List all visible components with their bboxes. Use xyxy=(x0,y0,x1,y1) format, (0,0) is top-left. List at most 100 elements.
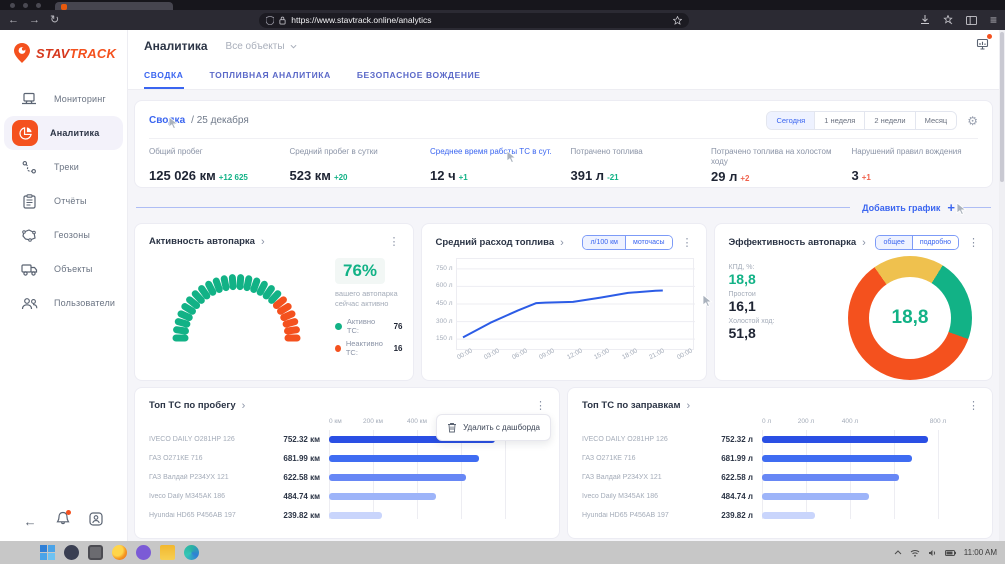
vehicle-value: 484.74 л xyxy=(700,492,762,501)
page-scrollbar[interactable] xyxy=(999,30,1005,541)
taskbar-clock[interactable]: 11:00 AM xyxy=(964,548,997,557)
kebab-menu-icon[interactable]: ⋮ xyxy=(679,236,696,249)
url-bar[interactable]: https://www.stavtrack.online/analytics xyxy=(259,13,689,28)
vehicle-bar-row: Iveco Daily М345АК 186484.74 л xyxy=(582,487,982,506)
vehicle-name: Hyundai HD65 Р456АВ 197 xyxy=(582,512,700,519)
x-axis-tick: 21:00 xyxy=(648,347,666,361)
delete-from-dashboard-menu-item[interactable]: Удалить с дашборда xyxy=(436,414,551,441)
unit-l100km-button[interactable]: л/100 км xyxy=(583,236,626,249)
vehicle-bar-row: Hyundai HD65 Р456АВ 197239.82 км xyxy=(149,506,549,525)
bar-fill xyxy=(762,493,869,500)
extensions-icon[interactable] xyxy=(943,15,953,25)
edge-browser-icon[interactable] xyxy=(184,545,199,560)
vehicle-name: ГАЗ Валдай Р234УХ 121 xyxy=(149,474,267,481)
vehicle-bar-row: IVECO DAILY О281НР 126752.32 л xyxy=(582,430,982,449)
range-month-button[interactable]: Месяц xyxy=(916,112,957,129)
account-icon[interactable] xyxy=(89,512,103,531)
forward-button[interactable]: → xyxy=(29,15,40,26)
mode-detailed-button[interactable]: подробно xyxy=(913,236,958,249)
sidebar-panel-icon[interactable] xyxy=(966,16,977,25)
add-chart-button[interactable]: Добавить график xyxy=(862,203,940,213)
y-axis-tick: 300 л xyxy=(436,318,452,325)
bar-axis-tick: 0 л xyxy=(762,418,771,425)
stat-driving-violations: Нарушений правил вождения 3+1 xyxy=(852,147,979,184)
stat-total-mileage: Общий пробег 125 026 км+12 625 xyxy=(149,147,276,184)
kebab-menu-icon[interactable]: ⋮ xyxy=(965,236,982,249)
volume-icon[interactable] xyxy=(928,549,937,557)
object-scope-dropdown[interactable]: Все объекты xyxy=(226,41,297,52)
top-refuel-bar-chart: 0 л200 л400 л800 лIVECO DAILY О281НР 126… xyxy=(568,412,992,525)
tab-summary[interactable]: СВОДКА xyxy=(144,70,184,89)
kebab-menu-icon[interactable]: ⋮ xyxy=(386,235,403,248)
wifi-icon[interactable] xyxy=(910,549,920,557)
vehicle-name: ГАЗ О271КЕ 716 xyxy=(582,455,700,462)
window-controls[interactable] xyxy=(10,3,41,8)
bar-axis-tick: 200 км xyxy=(363,418,383,425)
bar-axis-tick: 0 км xyxy=(329,418,342,425)
geozones-icon xyxy=(21,228,37,242)
top-refuel-card: Топ ТС по заправкам › ⋮ 0 л200 л400 л800… xyxy=(567,387,993,539)
legend-active: Активно ТС:76 xyxy=(335,317,403,335)
sidebar-item-reports[interactable]: Отчёты xyxy=(0,184,127,218)
collapse-sidebar-icon[interactable]: ← xyxy=(24,514,37,529)
back-button[interactable]: ← xyxy=(8,15,19,26)
open-chart-chevron[interactable]: › xyxy=(862,237,866,249)
open-chart-chevron[interactable]: › xyxy=(242,400,246,412)
stat-fuel-spent: Потрачено топлива 391 л-21 xyxy=(571,147,698,184)
search-icon[interactable] xyxy=(64,545,79,560)
battery-icon[interactable] xyxy=(945,550,956,556)
app-header: Аналитика Все объекты xyxy=(128,30,1005,62)
top-mileage-card: Топ ТС по пробегу › ⋮ Удалить с дашборда… xyxy=(134,387,560,539)
scrollbar-thumb[interactable] xyxy=(1000,32,1004,182)
bar-fill xyxy=(762,436,928,443)
browser-tabstrip xyxy=(0,0,1005,10)
task-view-icon[interactable] xyxy=(88,545,103,560)
bar-fill xyxy=(329,493,436,500)
stat-avg-work-time: Среднее время работы ТС в сут. 12 ч+1 xyxy=(430,147,557,184)
sidebar-item-geozones[interactable]: Геозоны xyxy=(0,218,127,252)
settings-gear-icon[interactable]: ⚙ xyxy=(967,114,978,128)
truck-icon xyxy=(21,263,38,276)
kebab-menu-icon[interactable]: ⋮ xyxy=(532,399,549,412)
range-1week-button[interactable]: 1 неделя xyxy=(815,112,865,129)
tab-safe-driving[interactable]: БЕЗОПАСНОЕ ВОЖДЕНИЕ xyxy=(357,70,481,89)
open-chart-chevron[interactable]: › xyxy=(261,236,265,248)
stat-idle-fuel: Потрачено топлива на холостом ходу 29 л+… xyxy=(711,147,838,184)
sidebar-item-objects[interactable]: Объекты xyxy=(0,252,127,286)
x-axis-tick: 18:00 xyxy=(621,347,639,361)
kebab-menu-icon[interactable]: ⋮ xyxy=(965,399,982,412)
range-today-button[interactable]: Сегодня xyxy=(767,112,815,129)
start-button-icon[interactable] xyxy=(40,545,55,560)
browser-tab[interactable] xyxy=(55,2,173,10)
open-chart-chevron[interactable]: › xyxy=(560,237,564,249)
people-app-icon[interactable] xyxy=(136,545,151,560)
tab-fuel-analytics[interactable]: ТОПЛИВНАЯ АНАЛИТИКА xyxy=(210,70,331,89)
sidebar-item-tracks[interactable]: Треки xyxy=(0,150,127,184)
lock-icon xyxy=(279,16,286,25)
notifications-bell-icon[interactable] xyxy=(56,511,70,531)
site-favicon xyxy=(61,4,67,10)
reload-button[interactable]: ↻ xyxy=(50,15,59,26)
vehicle-bar-row: Iveco Daily М345АК 186484.74 км xyxy=(149,487,549,506)
downloads-icon[interactable] xyxy=(920,15,930,25)
whats-new-icon[interactable] xyxy=(976,37,989,55)
add-chart-plus-icon[interactable]: + xyxy=(947,200,955,215)
bookmark-star-icon[interactable] xyxy=(673,16,682,25)
gauge-segment-inactive xyxy=(285,335,301,342)
sidebar-item-users[interactable]: Пользователи xyxy=(0,286,127,320)
bar-fill xyxy=(762,474,899,481)
sidebar-item-analytics[interactable]: Аналитика xyxy=(4,116,123,150)
file-explorer-icon[interactable] xyxy=(160,545,175,560)
unit-motohours-button[interactable]: моточасы xyxy=(626,236,672,249)
bar-axis-tick: 800 л xyxy=(930,418,946,425)
tray-chevron-up-icon[interactable] xyxy=(894,550,902,555)
mode-general-button[interactable]: общее xyxy=(876,236,912,249)
range-2weeks-button[interactable]: 2 недели xyxy=(865,112,915,129)
os-taskbar: 11:00 AM xyxy=(0,541,1005,564)
summary-title-link[interactable]: Сводка xyxy=(149,115,185,126)
firefox-icon[interactable] xyxy=(112,545,127,560)
open-chart-chevron[interactable]: › xyxy=(686,400,690,412)
sidebar-item-monitoring[interactable]: Мониторинг xyxy=(0,82,127,116)
users-icon xyxy=(21,297,38,310)
menu-icon[interactable]: ≡ xyxy=(990,14,997,26)
